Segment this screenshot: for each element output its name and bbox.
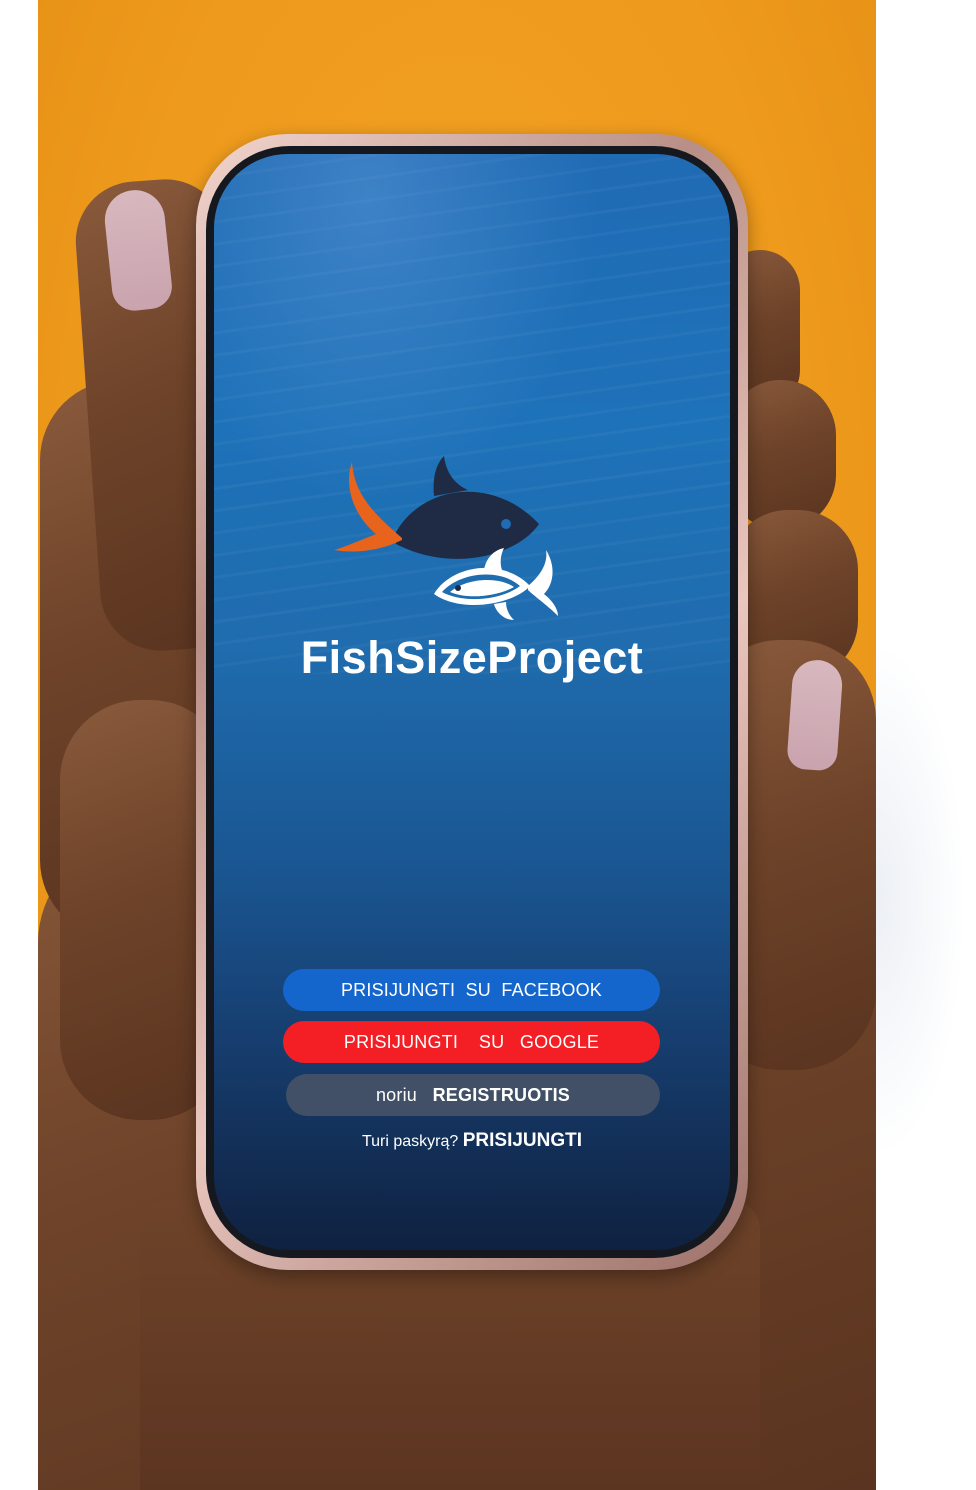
stage: FishSizeProject PRISIJUNGTI SU FACEBOOK … xyxy=(0,0,976,1490)
white-fish-bottom-fin xyxy=(494,602,514,620)
login-question: Turi paskyrą? xyxy=(361,1133,459,1150)
orange-tail xyxy=(334,462,402,552)
login-facebook-label: PRISIJUNGTI SU FACEBOOK xyxy=(340,979,603,1000)
dark-fish-eye xyxy=(501,519,511,529)
register-button[interactable]: noriu REGISTRUOTIS xyxy=(286,1074,660,1116)
phone: FishSizeProject PRISIJUNGTI SU FACEBOOK … xyxy=(196,134,748,1270)
phone-bezel: FishSizeProject PRISIJUNGTI SU FACEBOOK … xyxy=(206,146,738,1258)
dark-fish-body xyxy=(396,491,539,559)
dark-fish-fin xyxy=(433,456,468,496)
login-google-label: PRISIJUNGTI SU GOOGLE xyxy=(343,1031,600,1052)
register-prefix: noriu xyxy=(375,1084,417,1105)
white-fish-eye xyxy=(455,585,461,591)
login-row: Turi paskyrą? PRISIJUNGTI xyxy=(214,1130,730,1152)
two-fish-logo-icon xyxy=(334,456,558,620)
login-google-button[interactable]: PRISIJUNGTI SU GOOGLE xyxy=(283,1021,660,1063)
phone-screen: FishSizeProject PRISIJUNGTI SU FACEBOOK … xyxy=(214,154,730,1250)
app-title: FishSizeProject xyxy=(300,632,644,683)
white-fish-tail xyxy=(528,550,558,616)
register-label: REGISTRUOTIS xyxy=(432,1084,571,1105)
side-shadow xyxy=(876,640,966,1160)
login-facebook-button[interactable]: PRISIJUNGTI SU FACEBOOK xyxy=(283,969,660,1011)
right-thumb-nail xyxy=(786,658,844,772)
login-link[interactable]: PRISIJUNGTI xyxy=(463,1130,582,1151)
